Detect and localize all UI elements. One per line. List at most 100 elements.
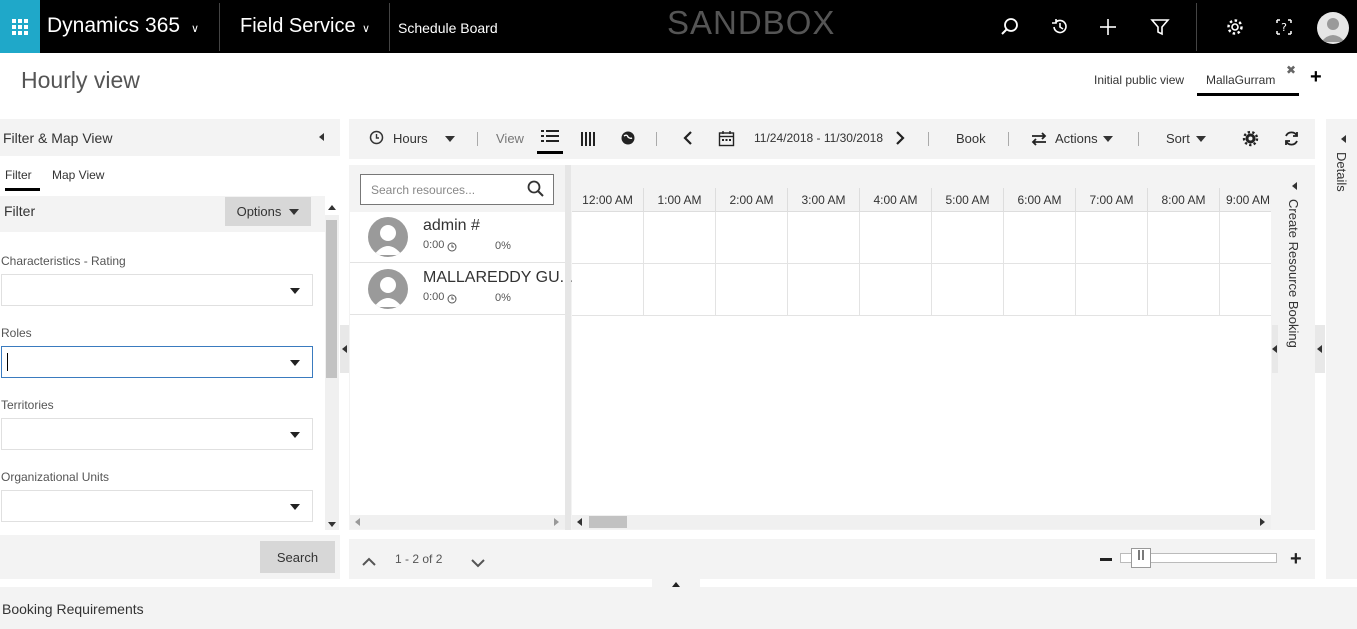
panel-splitter[interactable]: [340, 325, 349, 373]
page-title: Hourly view: [21, 67, 140, 93]
collapse-left-icon: [342, 345, 347, 353]
resource-avatar: [368, 269, 408, 309]
zoom-in-icon[interactable]: +: [1290, 548, 1302, 571]
area-switcher[interactable]: Field Service: [240, 15, 356, 38]
scroll-left-icon[interactable]: [577, 518, 582, 526]
resource-hscrollbar[interactable]: [350, 515, 565, 529]
date-range[interactable]: 11/24/2018 - 11/30/2018: [754, 131, 883, 145]
booking-requirements-label[interactable]: Booking Requirements: [2, 601, 144, 617]
close-tab-icon[interactable]: ✖: [1286, 63, 1296, 77]
organizational-units-select[interactable]: [1, 490, 313, 522]
board-splitter[interactable]: [565, 165, 571, 530]
hour-label: 7:00 AM: [1076, 188, 1148, 211]
resource-hours: 0:00: [423, 239, 445, 251]
scroll-left-icon[interactable]: [355, 518, 360, 526]
create-booking-panel[interactable]: Create Resource Booking: [1271, 165, 1315, 530]
previous-icon[interactable]: [682, 130, 694, 149]
tab-filter[interactable]: Filter: [5, 168, 40, 191]
settings-icon[interactable]: [1222, 14, 1248, 40]
map-globe-icon[interactable]: [620, 130, 636, 149]
sort-dropdown[interactable]: Sort: [1166, 131, 1190, 146]
recent-history-icon[interactable]: [1047, 14, 1073, 40]
caret-down-icon[interactable]: [1103, 136, 1113, 142]
options-button[interactable]: Options: [225, 197, 311, 226]
advanced-find-icon[interactable]: [1147, 14, 1173, 40]
search-button[interactable]: Search: [260, 541, 335, 573]
scroll-right-icon[interactable]: [554, 518, 559, 526]
tab-initial-public-view[interactable]: Initial public view: [1094, 73, 1184, 87]
grid-line: [643, 212, 644, 316]
scrollbar-thumb[interactable]: [326, 220, 337, 378]
caret-down-icon[interactable]: [1196, 136, 1206, 142]
scrollbar-thumb[interactable]: [589, 516, 627, 528]
roles-select[interactable]: [1, 346, 313, 378]
search-resources-input[interactable]: Search resources...: [360, 174, 554, 205]
app-launcher-button[interactable]: [0, 0, 40, 53]
resource-name[interactable]: admin #: [423, 217, 480, 235]
filter-section-label: Filter: [4, 203, 36, 219]
swap-arrows-icon[interactable]: [1030, 131, 1048, 150]
hour-label: 4:00 AM: [860, 188, 932, 211]
characteristics-rating-select[interactable]: [1, 274, 313, 306]
caret-down-icon[interactable]: [445, 136, 455, 142]
create-booking-label[interactable]: Create Resource Booking: [1286, 199, 1301, 348]
tab-mallagurram[interactable]: MallaGurram: [1197, 73, 1299, 96]
zoom-out-icon[interactable]: [1100, 558, 1112, 561]
waffle-icon: [12, 18, 28, 35]
search-icon[interactable]: [997, 14, 1023, 40]
resource-row[interactable]: admin # 0:00 0%: [350, 212, 565, 263]
resource-name[interactable]: MALLAREDDY GU...: [423, 269, 573, 287]
toolbar-separator: [477, 132, 478, 146]
territories-select[interactable]: [1, 418, 313, 450]
chevron-down-icon[interactable]: ∨: [191, 22, 199, 35]
svg-text:?: ?: [1281, 21, 1287, 34]
book-button[interactable]: Book: [956, 131, 986, 146]
help-icon[interactable]: ?: [1271, 14, 1297, 40]
clock-icon: [447, 291, 457, 309]
resource-utilization: 0%: [495, 240, 511, 252]
expand-details-icon[interactable]: [1341, 135, 1346, 143]
tab-map-view[interactable]: Map View: [52, 168, 104, 182]
vertical-view-icon[interactable]: [580, 130, 596, 151]
field-label: Characteristics - Rating: [1, 254, 126, 268]
list-view-button[interactable]: [537, 128, 563, 154]
actions-dropdown[interactable]: Actions: [1055, 131, 1098, 146]
panel-splitter[interactable]: [1272, 325, 1278, 373]
refresh-icon[interactable]: [1283, 130, 1300, 150]
hour-label: 6:00 AM: [1004, 188, 1076, 211]
next-icon[interactable]: [894, 130, 906, 149]
expand-panel-icon[interactable]: [1292, 182, 1297, 190]
caret-down-icon: [290, 504, 300, 510]
toolbar-separator: [656, 132, 657, 146]
calendar-icon[interactable]: [718, 130, 735, 150]
page-up-icon[interactable]: [361, 554, 377, 572]
options-button-label: Options: [236, 204, 282, 219]
clock-icon: [447, 239, 457, 257]
app-name[interactable]: Dynamics 365: [47, 14, 180, 38]
scroll-down-icon[interactable]: [328, 522, 336, 527]
bottom-panel-grip[interactable]: [652, 579, 700, 587]
grid-line: [931, 212, 932, 316]
collapse-panel-icon[interactable]: [319, 133, 324, 141]
booking-requirements-bar[interactable]: Booking Requirements: [0, 587, 1357, 629]
timeline-grid[interactable]: [572, 212, 1271, 515]
search-resources-icon[interactable]: [527, 180, 544, 202]
zoom-slider-thumb[interactable]: [1131, 548, 1151, 568]
board-settings-icon[interactable]: [1242, 130, 1259, 150]
user-avatar[interactable]: [1317, 12, 1349, 44]
page-down-icon[interactable]: [470, 555, 486, 573]
add-tab-icon[interactable]: +: [1310, 66, 1322, 89]
hours-dropdown[interactable]: Hours: [393, 131, 428, 146]
grid-line: [1075, 212, 1076, 316]
hour-label: 8:00 AM: [1148, 188, 1220, 211]
page-name[interactable]: Schedule Board: [398, 20, 498, 36]
chevron-down-icon[interactable]: ∨: [362, 22, 370, 35]
timeline-hscrollbar[interactable]: [572, 515, 1271, 529]
details-splitter[interactable]: [1315, 325, 1325, 373]
scroll-up-icon[interactable]: [328, 205, 336, 210]
resource-row[interactable]: MALLAREDDY GU... 0:00 0%: [350, 264, 573, 315]
scroll-right-icon[interactable]: [1260, 518, 1265, 526]
new-record-icon[interactable]: [1095, 14, 1121, 40]
details-label[interactable]: Details: [1334, 152, 1349, 192]
details-panel[interactable]: Details: [1326, 119, 1357, 579]
